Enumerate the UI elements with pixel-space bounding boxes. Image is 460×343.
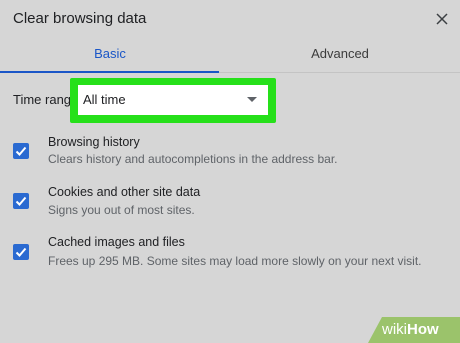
option-title: Cached images and files xyxy=(48,235,185,249)
option-description: Frees up 295 MB. Some sites may load mor… xyxy=(48,254,422,268)
time-range-label: Time range xyxy=(13,92,79,107)
browsing-history-checkbox[interactable] xyxy=(13,143,29,159)
option-description: Signs you out of most sites. xyxy=(48,203,195,217)
tab-advanced[interactable]: Advanced xyxy=(230,42,450,72)
check-icon xyxy=(15,247,27,257)
option-browsing-history: Browsing history Clears history and auto… xyxy=(0,135,460,175)
chevron-down-icon xyxy=(247,97,257,102)
cached-images-checkbox[interactable] xyxy=(13,244,29,260)
time-range-select[interactable]: All time xyxy=(78,85,268,115)
time-range-value: All time xyxy=(83,92,126,107)
option-cookies: Cookies and other site data Signs you ou… xyxy=(0,185,460,225)
wikihow-watermark: wikiHow xyxy=(368,317,460,343)
dialog-title: Clear browsing data xyxy=(13,10,147,27)
cookies-checkbox[interactable] xyxy=(13,193,29,209)
clear-browsing-data-dialog: Clear browsing data Basic Advanced Time … xyxy=(0,0,460,343)
option-title: Cookies and other site data xyxy=(48,185,201,199)
close-button[interactable] xyxy=(432,9,452,29)
tab-basic-label: Basic xyxy=(94,46,126,61)
tab-bar: Basic Advanced xyxy=(0,42,460,73)
active-tab-indicator xyxy=(0,71,219,73)
close-icon xyxy=(436,13,448,25)
check-icon xyxy=(15,146,27,156)
watermark-suffix: How xyxy=(407,321,439,338)
option-description: Clears history and autocompletions in th… xyxy=(48,152,338,166)
option-cached-images: Cached images and files Frees up 295 MB.… xyxy=(0,235,460,275)
watermark-prefix: wiki xyxy=(382,321,407,338)
tab-advanced-label: Advanced xyxy=(311,46,369,61)
option-title: Browsing history xyxy=(48,135,140,149)
tab-basic[interactable]: Basic xyxy=(0,42,220,73)
check-icon xyxy=(15,196,27,206)
